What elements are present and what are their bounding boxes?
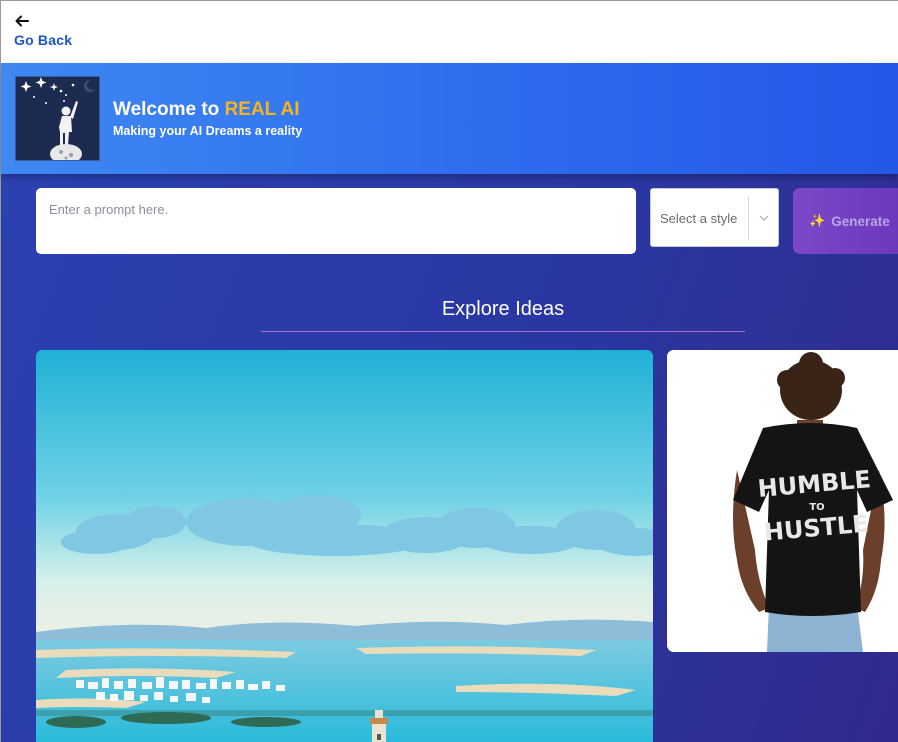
chevron-down-icon: [759, 215, 769, 221]
generate-button[interactable]: ✨ Generate: [793, 188, 898, 254]
generate-label: Generate: [831, 213, 890, 229]
prompt-input[interactable]: [36, 188, 636, 254]
page-subtitle: Making your AI Dreams a reality: [113, 124, 303, 138]
shirt-text-line-2: TO: [809, 502, 824, 513]
select-divider: [748, 197, 749, 240]
logo-illustration: [16, 77, 99, 160]
coastal-city-image: [36, 350, 653, 742]
arrow-left-icon: [15, 15, 29, 27]
title-prefix: Welcome to: [113, 99, 225, 120]
brand-name: REAL AI: [224, 99, 300, 120]
idea-card-coastal-city[interactable]: [36, 350, 653, 742]
page-title: Welcome to REAL AI: [113, 99, 300, 121]
main-content: Select a style ✨ Generate Explore Ideas: [1, 174, 898, 742]
app-logo: [15, 76, 100, 161]
go-back-label: Go Back: [14, 32, 73, 48]
hero-header: Welcome to REAL AI Making your AI Dreams…: [1, 63, 898, 174]
go-back-button[interactable]: Go Back: [14, 13, 72, 48]
style-select-value: Select a style: [660, 211, 738, 226]
sparkles-icon: ✨: [809, 213, 826, 228]
style-select[interactable]: Select a style: [650, 188, 779, 247]
explore-ideas-heading: Explore Ideas: [441, 298, 565, 320]
idea-card-tshirt[interactable]: HUMBLE TO HUSTLE: [667, 350, 898, 652]
top-bar: Go Back: [1, 1, 898, 63]
tshirt-image: HUMBLE TO HUSTLE: [667, 350, 898, 652]
heading-underline: [261, 331, 745, 332]
